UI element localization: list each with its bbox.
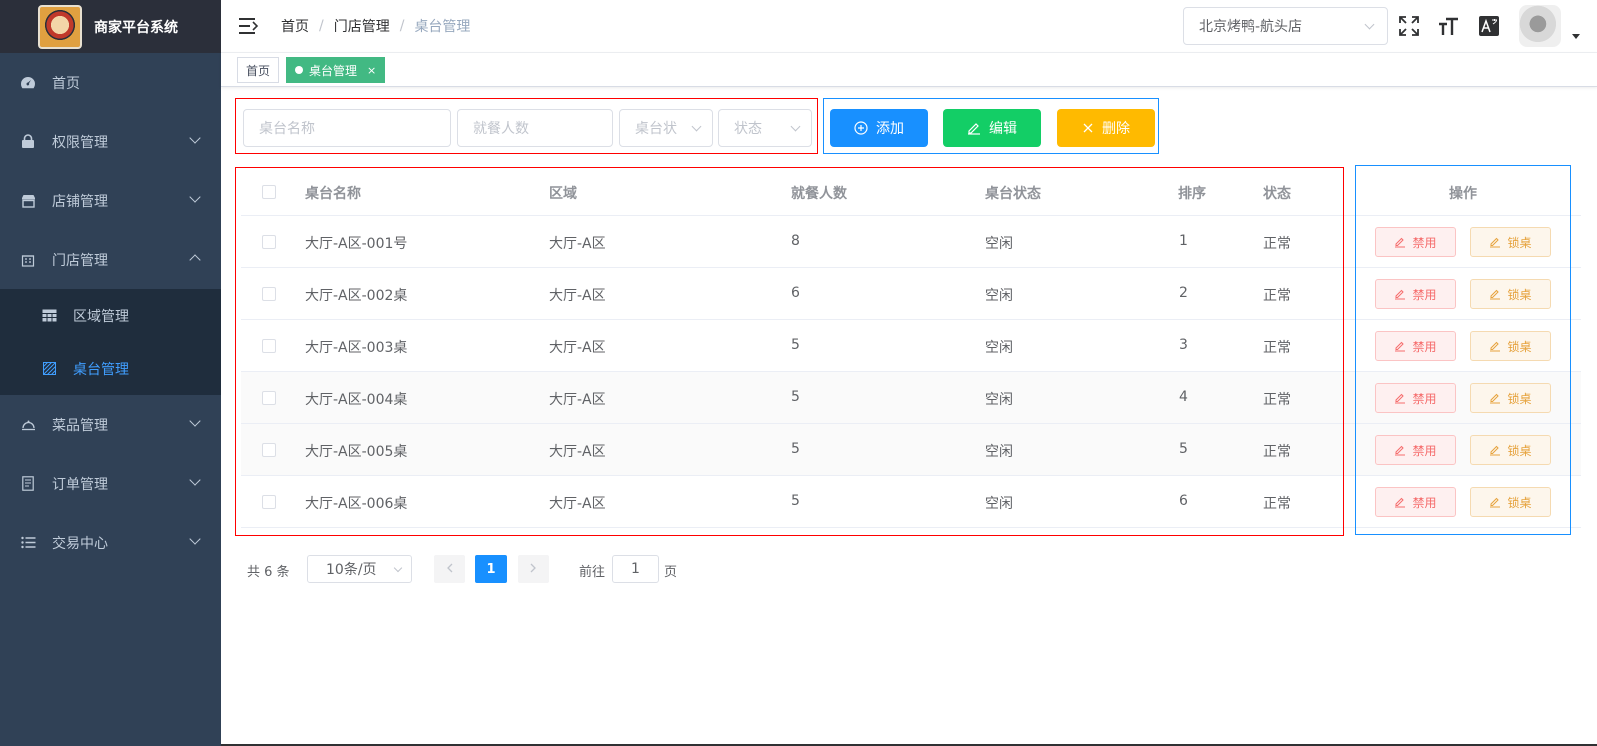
chevron-down-icon — [393, 563, 403, 573]
sidebar-item-label: 菜品管理 — [52, 417, 108, 434]
store-icon — [20, 252, 36, 268]
hamburger-icon[interactable] — [239, 18, 259, 34]
edit-icon — [967, 121, 981, 135]
store-submenu: 区域管理 桌台管理 — [0, 289, 221, 395]
sidebar-item-label: 首页 — [52, 75, 80, 92]
page-size-select[interactable]: 10条/页 — [307, 555, 412, 583]
edit-button[interactable]: 编辑 — [943, 109, 1041, 147]
breadcrumb-current: 桌台管理 — [414, 19, 471, 35]
sidebar-item-label: 交易中心 — [52, 535, 108, 552]
pagination-total: 共 6 条 — [247, 565, 290, 580]
chevron-down-icon — [1364, 19, 1375, 30]
chevron-down-icon — [189, 191, 201, 203]
goto-label: 前往 — [579, 565, 606, 580]
sidebar-item-label: 店铺管理 — [52, 193, 108, 210]
hatched-square-icon — [41, 361, 57, 377]
prev-page-button[interactable] — [434, 555, 465, 583]
sidebar-subitem-area[interactable]: 区域管理 — [0, 289, 221, 342]
select-placeholder: 状态 — [734, 121, 762, 137]
sidebar-subitem-label: 区域管理 — [73, 308, 129, 325]
sidebar-item-trade[interactable]: 交易中心 — [0, 513, 221, 572]
close-icon[interactable]: × — [367, 64, 376, 77]
avatar[interactable] — [1519, 5, 1561, 47]
plus-circle-icon — [854, 121, 868, 135]
sidebar-item-label: 门店管理 — [52, 252, 108, 269]
breadcrumb-item[interactable]: 首页 — [281, 16, 309, 36]
sidebar-item-store[interactable]: 门店管理 — [0, 230, 221, 289]
goto-page-input[interactable]: 1 — [612, 555, 659, 583]
sidebar-item-label: 权限管理 — [52, 134, 108, 151]
table-data-outline — [235, 167, 1344, 536]
tags-view: 首页 桌台管理 × — [221, 53, 1597, 87]
tag-table-management[interactable]: 桌台管理 × — [286, 57, 386, 83]
chevron-down-icon — [790, 121, 801, 132]
edit-button-label: 编辑 — [989, 121, 1017, 137]
table-grid-icon — [41, 308, 57, 324]
document-icon — [20, 476, 36, 492]
action-buttons: 添加 编辑 删除 — [823, 98, 1159, 154]
app-title: 商家平台系统 — [94, 19, 178, 36]
sidebar-subitem-table[interactable]: 桌台管理 — [0, 342, 221, 395]
caret-down-icon[interactable] — [1572, 34, 1580, 39]
chevron-down-icon — [189, 533, 201, 545]
dashboard-icon — [20, 75, 36, 91]
page-number-current[interactable]: 1 — [475, 555, 507, 583]
sidebar: 商家平台系统 首页 权限管理 店铺管理 门店管理 区域管理 桌台管理 菜品管理 … — [0, 0, 221, 746]
sidebar-item-shop[interactable]: 店铺管理 — [0, 171, 221, 230]
sidebar-logo[interactable]: 商家平台系统 — [0, 0, 221, 53]
select-placeholder: 桌台状 — [635, 121, 677, 137]
table-name-input[interactable]: 桌台名称 — [243, 109, 451, 147]
delete-button[interactable]: 删除 — [1057, 109, 1155, 147]
tag-home[interactable]: 首页 — [237, 57, 280, 83]
tag-label: 桌台管理 — [309, 63, 358, 78]
chevron-down-icon — [189, 415, 201, 427]
diners-count-input[interactable]: 就餐人数 — [457, 109, 613, 147]
breadcrumb-separator: / — [319, 18, 324, 34]
sidebar-item-home[interactable]: 首页 — [0, 53, 221, 112]
sidebar-item-permissions[interactable]: 权限管理 — [0, 112, 221, 171]
sidebar-item-orders[interactable]: 订单管理 — [0, 454, 221, 513]
store-select-value: 北京烤鸭-航头店 — [1199, 19, 1303, 35]
page-suffix-label: 页 — [664, 565, 678, 580]
active-dot-icon — [295, 66, 303, 74]
sidebar-item-dishes[interactable]: 菜品管理 — [0, 395, 221, 454]
breadcrumb-item[interactable]: 门店管理 — [334, 16, 390, 36]
chevron-down-icon — [691, 121, 702, 132]
tag-label: 首页 — [246, 63, 271, 78]
input-placeholder: 桌台名称 — [259, 121, 315, 137]
next-page-button[interactable] — [518, 555, 549, 583]
chevron-left-icon — [446, 562, 453, 577]
chevron-down-icon — [189, 132, 201, 144]
lock-icon — [20, 134, 36, 150]
logo-icon — [38, 4, 82, 49]
dish-cover-icon — [20, 417, 36, 433]
add-button-label: 添加 — [876, 121, 904, 137]
page-size-value: 10条/页 — [326, 562, 377, 578]
filter-form: 桌台名称 就餐人数 桌台状 状态 — [235, 98, 818, 154]
chevron-down-icon — [189, 474, 201, 486]
breadcrumb-separator: / — [399, 18, 405, 34]
header: 首页 / 门店管理 / 桌台管理 北京烤鸭-航头店 — [221, 0, 1597, 53]
sidebar-item-label: 订单管理 — [52, 476, 108, 493]
chevron-up-icon — [189, 254, 201, 266]
breadcrumb: 首页 / 门店管理 / 桌台管理 — [281, 16, 470, 36]
close-icon — [1082, 122, 1094, 134]
fullscreen-icon[interactable] — [1398, 15, 1420, 37]
status-select[interactable]: 状态 — [718, 109, 812, 147]
delete-button-label: 删除 — [1102, 121, 1130, 137]
add-button[interactable]: 添加 — [830, 109, 928, 147]
input-placeholder: 就餐人数 — [473, 121, 529, 137]
shop-icon — [20, 193, 36, 209]
translate-icon[interactable] — [1478, 15, 1500, 37]
table-status-select[interactable]: 桌台状 — [619, 109, 713, 147]
table-operation-outline — [1355, 165, 1571, 535]
font-size-icon[interactable] — [1438, 15, 1460, 37]
sidebar-subitem-label: 桌台管理 — [73, 361, 129, 378]
store-select[interactable]: 北京烤鸭-航头店 — [1183, 7, 1388, 45]
list-icon — [20, 535, 36, 551]
chevron-right-icon — [530, 562, 537, 577]
